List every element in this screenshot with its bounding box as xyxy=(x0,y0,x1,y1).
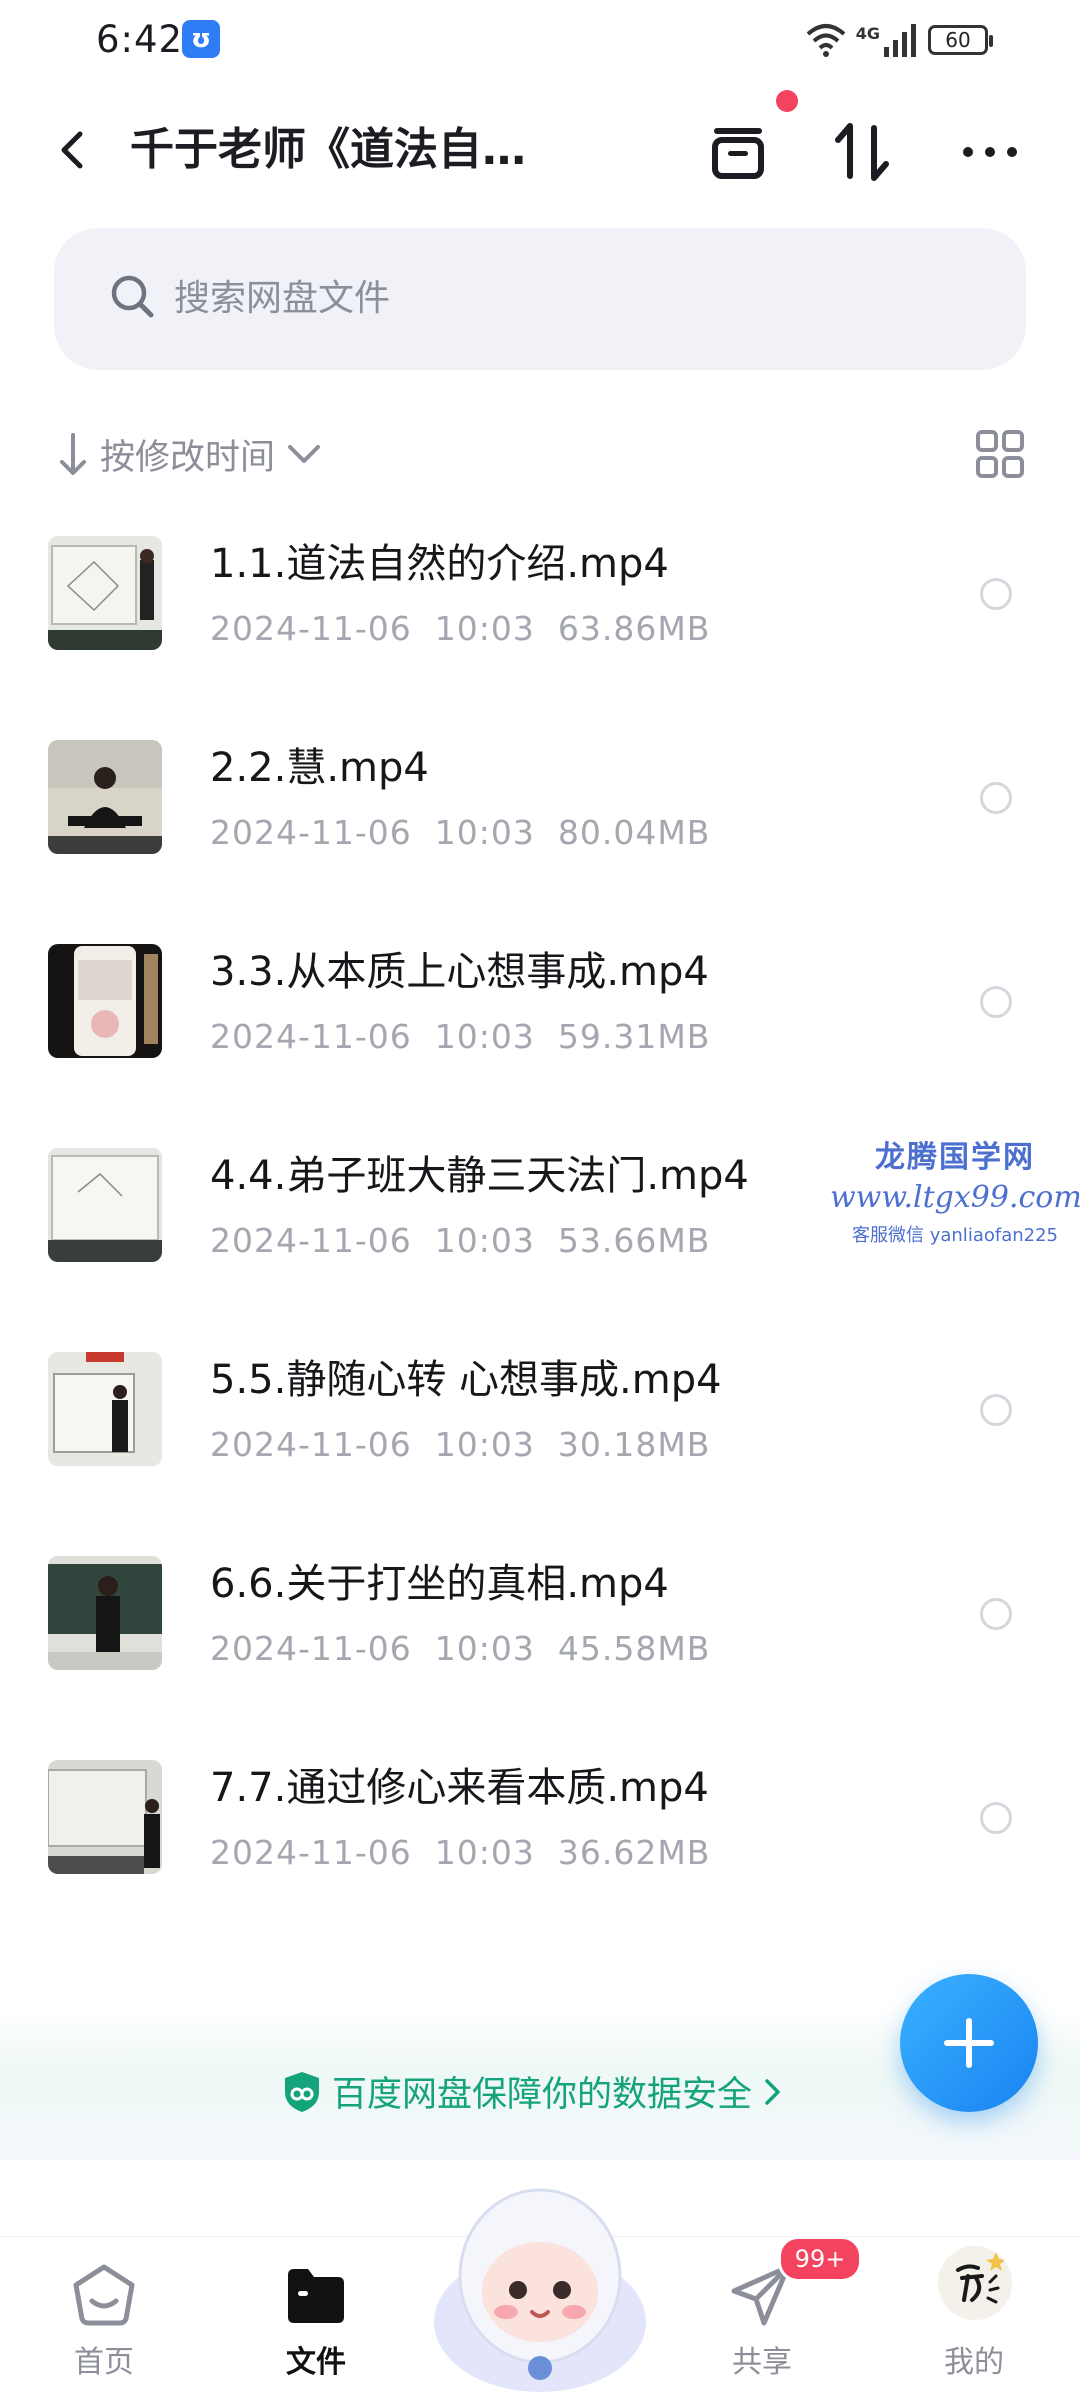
watermark-contact: 客服微信 yanliaofan225 xyxy=(852,1225,1058,1246)
select-checkbox[interactable] xyxy=(980,986,1012,1018)
file-name: 3.3.从本质上心想事成.mp4 xyxy=(210,949,709,995)
chevron-down-icon xyxy=(288,445,321,463)
file-meta: 2024-11-06 10:03 80.04MB xyxy=(210,813,711,852)
watermark-url: www.ltgx99.com xyxy=(830,1180,1080,1215)
transfer-list-icon[interactable] xyxy=(706,120,770,184)
share-badge: 99+ xyxy=(778,2236,862,2282)
select-checkbox[interactable] xyxy=(980,578,1012,610)
add-button[interactable] xyxy=(900,1974,1038,2112)
arrow-down-icon xyxy=(60,433,86,475)
video-thumbnail xyxy=(48,1556,162,1670)
status-indicators: 4G 60 xyxy=(806,18,993,62)
file-list-item[interactable]: 1.1.道法自然的介绍.mp4 2024-11-06 10:03 63.86MB xyxy=(0,520,1080,724)
file-list-item[interactable]: 3.3.从本质上心想事成.mp4 2024-11-06 10:03 59.31M… xyxy=(0,928,1080,1132)
status-bar: 6:42 ʊ 4G 60 xyxy=(0,0,1080,80)
notification-dot xyxy=(776,90,798,112)
mascot-assistant-button[interactable] xyxy=(428,2172,652,2400)
file-name: 2.2.慧.mp4 xyxy=(210,745,429,791)
nav-label: 我的 xyxy=(944,2345,1004,2380)
file-name: 6.6.关于打坐的真相.mp4 xyxy=(210,1561,669,1607)
security-banner-content: 百度网盘保障你的数据安全 xyxy=(282,2066,784,2117)
plus-icon xyxy=(944,2018,994,2068)
page-title: 千于老师《道法自… xyxy=(130,124,526,175)
file-list-item[interactable]: 2.2.慧.mp4 2024-11-06 10:03 80.04MB xyxy=(0,724,1080,928)
top-app-bar: 千于老师《道法自… xyxy=(0,100,1080,200)
select-checkbox[interactable] xyxy=(980,1598,1012,1630)
folder-icon xyxy=(288,2269,344,2323)
watermark: 龙腾国学网 www.ltgx99.com 客服微信 yanliaofan225 xyxy=(830,1132,1080,1247)
watermark-title: 龙腾国学网 xyxy=(875,1140,1035,1175)
search-bar[interactable]: 搜索网盘文件 xyxy=(54,228,1026,370)
sort-dropdown[interactable]: 按修改时间 xyxy=(56,424,323,484)
file-meta: 2024-11-06 10:03 59.31MB xyxy=(210,1017,711,1056)
nav-label: 文件 xyxy=(286,2345,346,2380)
file-list-item[interactable]: 6.6.关于打坐的真相.mp4 2024-11-06 10:03 45.58MB xyxy=(0,1540,1080,1744)
video-thumbnail xyxy=(48,1760,162,1874)
nav-label: 共享 xyxy=(732,2345,792,2380)
file-list-item[interactable]: 5.5.静随心转 心想事成.mp4 2024-11-06 10:03 30.18… xyxy=(0,1336,1080,1540)
file-name: 7.7.通过修心来看本质.mp4 xyxy=(210,1765,709,1811)
file-list-item[interactable]: 7.7.通过修心来看本质.mp4 2024-11-06 10:03 36.62M… xyxy=(0,1744,1080,1948)
file-name: 1.1.道法自然的介绍.mp4 xyxy=(210,541,669,587)
video-thumbnail xyxy=(48,1148,162,1262)
battery-icon: 60 xyxy=(928,25,993,55)
select-checkbox[interactable] xyxy=(980,782,1012,814)
sort-label: 按修改时间 xyxy=(100,437,276,478)
video-thumbnail xyxy=(48,1352,162,1466)
nav-label: 首页 xyxy=(74,2345,134,2380)
nav-item-files[interactable]: 文件 xyxy=(246,2261,386,2381)
network-type-label: 4G xyxy=(855,23,880,43)
security-banner-text: 百度网盘保障你的数据安全 xyxy=(332,2075,753,2115)
file-name: 4.4.弟子班大静三天法门.mp4 xyxy=(210,1153,749,1199)
video-thumbnail xyxy=(48,536,162,650)
signal-icon xyxy=(884,24,916,57)
video-thumbnail xyxy=(48,944,162,1058)
notification-app-icon: ʊ xyxy=(182,20,220,58)
file-meta: 2024-11-06 10:03 63.86MB xyxy=(210,609,711,648)
wifi-icon xyxy=(806,24,846,57)
battery-level: 60 xyxy=(945,28,971,52)
file-meta: 2024-11-06 10:03 53.66MB xyxy=(210,1221,711,1260)
select-checkbox[interactable] xyxy=(980,1394,1012,1426)
file-name: 5.5.静随心转 心想事成.mp4 xyxy=(210,1357,722,1403)
home-icon xyxy=(73,2264,135,2326)
search-placeholder: 搜索网盘文件 xyxy=(174,278,391,319)
shield-icon xyxy=(285,2071,319,2112)
more-options-icon[interactable] xyxy=(958,120,1022,184)
avatar[interactable] xyxy=(938,2246,1012,2320)
grid-view-icon[interactable] xyxy=(974,428,1026,480)
video-thumbnail xyxy=(48,740,162,854)
nav-item-home[interactable]: 首页 xyxy=(34,2261,174,2381)
chevron-right-icon xyxy=(765,2078,780,2105)
back-button[interactable] xyxy=(46,122,102,178)
status-time: 6:42 xyxy=(96,18,184,61)
select-checkbox[interactable] xyxy=(980,1802,1012,1834)
sort-order-icon[interactable] xyxy=(830,120,894,184)
search-icon xyxy=(111,275,154,318)
file-meta: 2024-11-06 10:03 45.58MB xyxy=(210,1629,711,1668)
file-meta: 2024-11-06 10:03 30.18MB xyxy=(210,1425,711,1464)
file-meta: 2024-11-06 10:03 36.62MB xyxy=(210,1833,711,1872)
